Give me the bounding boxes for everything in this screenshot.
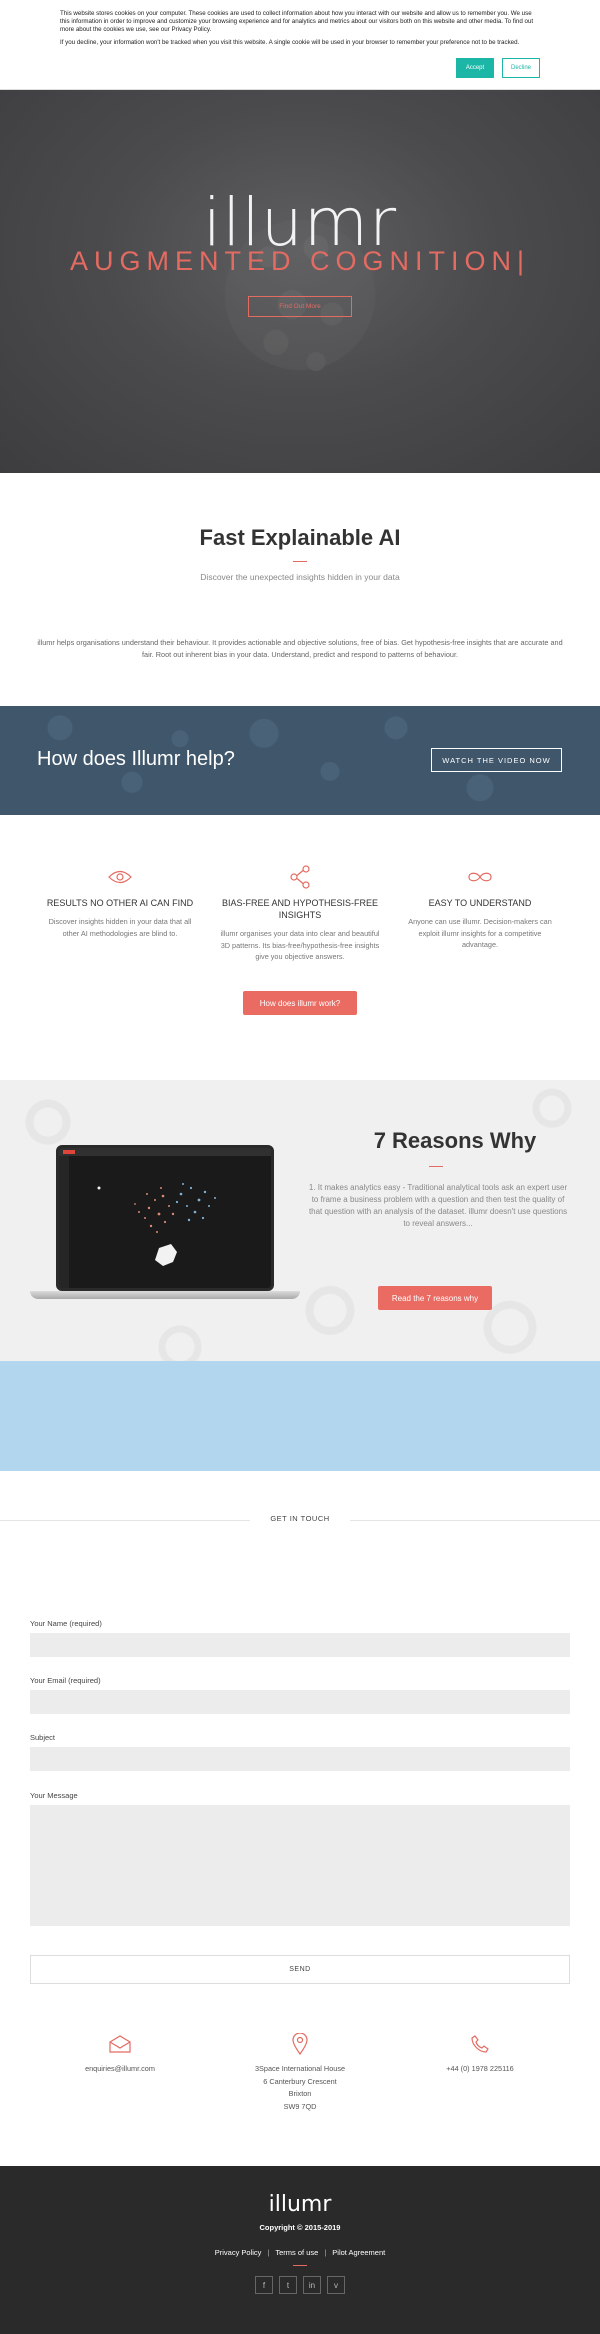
contact-section: GET IN TOUCH Your Name (required) Your E… bbox=[0, 1471, 600, 2166]
linkedin-icon[interactable]: in bbox=[303, 2276, 321, 2294]
reasons-text: 1. It makes analytics easy - Traditional… bbox=[308, 1183, 568, 1228]
subject-label: Subject bbox=[30, 1733, 56, 1742]
divider bbox=[293, 561, 307, 562]
help-band: How does Illumr help? WATCH THE VIDEO NO… bbox=[0, 706, 600, 815]
address-line: 6 Canterbury Crescent bbox=[263, 2076, 337, 2086]
watch-video-button[interactable]: WATCH THE VIDEO NOW bbox=[431, 748, 562, 772]
email-address[interactable]: enquiries@illumr.com bbox=[40, 2063, 200, 2076]
reasons-title: 7 Reasons Why bbox=[373, 1128, 537, 1153]
decline-cookies-button[interactable]: Decline bbox=[502, 58, 540, 78]
send-button[interactable]: SEND bbox=[30, 1955, 570, 1984]
laptop-base bbox=[30, 1291, 300, 1299]
share-icon bbox=[220, 865, 380, 889]
footer: illumr Copyright © 2015-2019 Privacy Pol… bbox=[0, 2166, 600, 2334]
footer-logo: illumr bbox=[268, 2192, 332, 2217]
data-visualization bbox=[97, 1183, 216, 1266]
contact-phone: +44 (0) 1978 225116 bbox=[400, 2031, 560, 2076]
footer-links: Privacy Policy | Terms of use | Pilot Ag… bbox=[0, 2248, 600, 2257]
address-line: 3Space International House bbox=[254, 2064, 346, 2073]
find-out-more-button[interactable]: Find Out More bbox=[248, 296, 352, 317]
address-line: SW9 7QD bbox=[283, 2101, 317, 2111]
email-field[interactable] bbox=[30, 1690, 570, 1714]
accept-cookies-button[interactable]: Accept bbox=[456, 58, 494, 78]
map-pin-icon bbox=[220, 2031, 380, 2057]
help-title: How does Illumr help? bbox=[37, 748, 235, 770]
separator: | bbox=[324, 2248, 327, 2257]
cookie-banner: This website stores cookies on your comp… bbox=[0, 0, 600, 90]
contact-address: 3Space International House 6 Canterbury … bbox=[220, 2031, 380, 2113]
contact-email: enquiries@illumr.com bbox=[40, 2031, 200, 2076]
hero-section: illumr AUGMENTED COGNITION| Find Out Mor… bbox=[0, 90, 600, 473]
twitter-icon[interactable]: t bbox=[279, 2276, 297, 2294]
feature-text: illumr organises your data into clear an… bbox=[220, 929, 380, 961]
intro-section: Fast Explainable AI Discover the unexpec… bbox=[0, 473, 600, 706]
infinity-icon bbox=[400, 865, 560, 889]
reasons-section: 7 Reasons Why 1. It makes analytics easy… bbox=[0, 1080, 600, 1361]
read-7-reasons-button[interactable]: Read the 7 reasons why bbox=[378, 1286, 492, 1310]
address-line: Brixton bbox=[288, 2089, 312, 2098]
intro-body: illumr helps organisations understand th… bbox=[37, 638, 563, 659]
feature-easy: EASY TO UNDERSTAND Anyone can use illumr… bbox=[400, 865, 560, 951]
address: 3Space International House 6 Canterbury … bbox=[220, 2063, 380, 2113]
message-field[interactable] bbox=[30, 1805, 570, 1926]
phone-number[interactable]: +44 (0) 1978 225116 bbox=[400, 2063, 560, 2076]
message-label: Your Message bbox=[30, 1791, 78, 1800]
separator: | bbox=[267, 2248, 270, 2257]
phone-icon bbox=[400, 2031, 560, 2057]
feature-title: BIAS-FREE AND HYPOTHESIS-FREE INSIGHTS bbox=[221, 898, 379, 920]
hero-tagline: AUGMENTED COGNITION| bbox=[69, 246, 531, 276]
envelope-icon bbox=[40, 2031, 200, 2057]
social-links: f t in v bbox=[0, 2276, 600, 2294]
privacy-policy-link[interactable]: Privacy Policy bbox=[215, 2248, 262, 2257]
cookie-buttons: Accept Decline bbox=[456, 58, 540, 78]
vimeo-icon[interactable]: v bbox=[327, 2276, 345, 2294]
name-label: Your Name (required) bbox=[30, 1619, 102, 1628]
blue-band bbox=[0, 1361, 600, 1471]
intro-title: Fast Explainable AI bbox=[199, 525, 401, 550]
feature-title: EASY TO UNDERSTAND bbox=[428, 898, 532, 908]
name-field[interactable] bbox=[30, 1633, 570, 1657]
features-section: RESULTS NO OTHER AI CAN FIND Discover in… bbox=[0, 815, 600, 1080]
cookie-text: This website stores cookies on your comp… bbox=[60, 10, 534, 33]
cookie-text-decline: If you decline, your information won't b… bbox=[60, 39, 520, 46]
divider bbox=[429, 1166, 443, 1167]
feature-results: RESULTS NO OTHER AI CAN FIND Discover in… bbox=[40, 865, 200, 939]
eye-icon bbox=[40, 865, 200, 889]
how-does-illumr-work-button[interactable]: How does illumr work? bbox=[243, 991, 357, 1015]
laptop-image bbox=[30, 1145, 300, 1305]
pilot-agreement-link[interactable]: Pilot Agreement bbox=[332, 2248, 385, 2257]
feature-text: Discover insights hidden in your data th… bbox=[48, 917, 192, 938]
facebook-icon[interactable]: f bbox=[255, 2276, 273, 2294]
feature-bias-free: BIAS-FREE AND HYPOTHESIS-FREE INSIGHTS i… bbox=[220, 865, 380, 963]
email-label: Your Email (required) bbox=[30, 1676, 101, 1685]
get-in-touch-heading: GET IN TOUCH bbox=[250, 1514, 350, 1523]
laptop-screen bbox=[56, 1145, 274, 1291]
subject-field[interactable] bbox=[30, 1747, 570, 1771]
divider bbox=[293, 2265, 307, 2266]
feature-title: RESULTS NO OTHER AI CAN FIND bbox=[46, 898, 194, 908]
terms-of-use-link[interactable]: Terms of use bbox=[275, 2248, 318, 2257]
intro-subtitle: Discover the unexpected insights hidden … bbox=[200, 572, 400, 582]
copyright: Copyright © 2015-2019 bbox=[259, 2223, 341, 2232]
feature-text: Anyone can use illumr. Decision-makers c… bbox=[408, 917, 552, 949]
